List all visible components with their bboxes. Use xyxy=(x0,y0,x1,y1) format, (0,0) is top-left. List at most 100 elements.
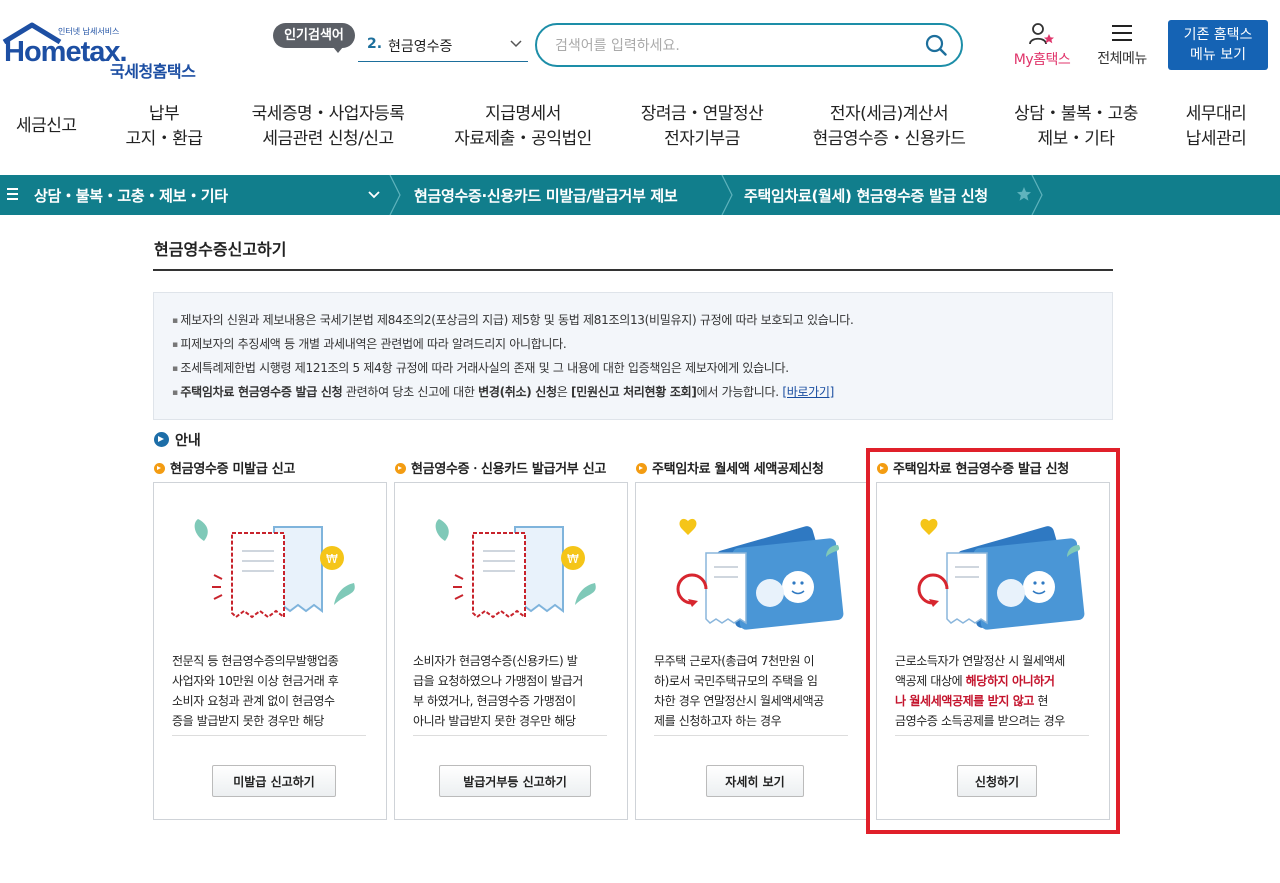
shortcut-link[interactable]: [바로가기] xyxy=(782,385,834,399)
gnb-item-label: 전자(세금)계산서 xyxy=(829,104,949,124)
divider xyxy=(654,735,848,736)
chevron-down-icon[interactable] xyxy=(368,189,380,201)
notice-item: 제보자의 신원과 제보내용은 국세기본법 제84조의2(포상금의 지급) 제5항… xyxy=(172,309,1112,333)
receipt-illustration-icon: ₩ xyxy=(194,519,355,619)
gnb-item-certificate[interactable]: 국세증명・사업자등록 세금관련 신청/신고 xyxy=(248,102,408,152)
notice-item: 피제보자의 추징세액 등 개별 과세내역은 관련법에 따라 알려드리지 아니합니… xyxy=(172,333,1112,357)
desc-line: 차한 경우 연말정산시 월세액세액공 xyxy=(654,694,824,708)
search-box xyxy=(535,23,963,67)
notice-text: 관련하여 당초 신고에 대한 xyxy=(342,385,479,399)
gnb-item-label: 세금관련 신청/신고 xyxy=(262,129,394,149)
arrow-circle-icon xyxy=(154,463,165,474)
all-menu-label: 전체메뉴 xyxy=(1097,51,1147,67)
arrow-circle-icon xyxy=(154,432,169,447)
desc-line: 사업자와 10만원 이상 현금거래 후 xyxy=(172,674,339,688)
card-heading-label: 현금영수증 미발급 신고 xyxy=(170,462,296,477)
gnb-item-consultation[interactable]: 상담・불복・고충 제보・기타 xyxy=(1010,102,1142,152)
popular-search-select[interactable]: 2. 현금영수증 xyxy=(358,28,528,62)
logo-wordmark: Hometax. xyxy=(4,36,128,68)
gnb-item-label: 세금신고 xyxy=(16,116,77,136)
notice-emphasis: [민원신고 처리현황 조회] xyxy=(571,385,697,399)
gnb-item-label: 전자기부금 xyxy=(664,129,740,149)
arrow-circle-icon xyxy=(395,463,406,474)
notice-text: 에서 가능합니다. xyxy=(696,385,783,399)
card-description: 소비자가 현금영수증(신용카드) 발 급을 요청하였으나 가맹점이 발급거 부 … xyxy=(413,651,613,731)
gnb-item-label: 제보・기타 xyxy=(1037,129,1115,149)
notice-box: 제보자의 신원과 제보내용은 국세기본법 제84조의2(포상금의 지급) 제5항… xyxy=(153,292,1113,420)
gnb-item-label: 납부 xyxy=(148,104,180,124)
divider xyxy=(172,735,366,736)
gnb-item-label: 자료제출・공익법인 xyxy=(454,129,592,149)
card-description: 무주택 근로자(총급여 7천만원 이 하)로서 국민주택규모의 주택을 임 차한… xyxy=(654,651,854,731)
refusal-report-button[interactable]: 발급거부등 신고하기 xyxy=(439,765,591,797)
desc-line: 하)로서 국민주택규모의 주택을 임 xyxy=(654,674,818,688)
user-star-icon xyxy=(1029,23,1054,45)
desc-line: 부 하였거나, 현금영수증 가맹점이 xyxy=(413,694,576,708)
card-heading-label: 주택임차료 월세액 세액공제신청 xyxy=(652,462,824,477)
notice-emphasis: 변경(취소) 신청 xyxy=(478,385,557,399)
search-input[interactable] xyxy=(555,34,915,58)
gnb-item-tax-agent[interactable]: 세무대리 납세관리 xyxy=(1180,102,1252,152)
all-menu-button[interactable]: 전체메뉴 xyxy=(1090,22,1154,70)
my-hometax-link[interactable]: My홈택스 xyxy=(1004,22,1080,70)
header: 인터넷 납세서비스 Hometax. 국세청홈택스 인기검색어 2. 현금영수증… xyxy=(0,0,1280,92)
old-menu-line1: 기존 홈택스 xyxy=(1183,27,1253,43)
breadcrumb: 상담・불복・고충・제보・기타 현금영수증·신용카드 미발급/발급거부 제보 주택… xyxy=(0,175,1280,215)
popular-term: 현금영수증 xyxy=(388,39,453,55)
notice-item: 조세특례제한법 시행령 제121조의 5 제4항 규정에 따라 거래사실의 존재… xyxy=(172,357,1112,381)
title-divider xyxy=(153,269,1113,271)
desc-line: 무주택 근로자(총급여 7천만원 이 xyxy=(654,654,815,668)
breadcrumb-level2[interactable]: 현금영수증·신용카드 미발급/발급거부 제보 xyxy=(414,185,678,206)
unissued-report-button[interactable]: 미발급 신고하기 xyxy=(212,765,336,797)
desc-line: 제를 신청하고자 하는 경우 xyxy=(654,714,782,728)
gnb-item-label: 납세관리 xyxy=(1185,129,1247,149)
gnb-item-label: 고지・환급 xyxy=(125,129,203,149)
gnb-item-e-invoice[interactable]: 전자(세금)계산서 현금영수증・신용카드 xyxy=(808,102,970,152)
svg-text:₩: ₩ xyxy=(567,552,579,566)
svg-text:₩: ₩ xyxy=(326,552,338,566)
gnb-item-payment-statement[interactable]: 지급명세서 자료제출・공익법인 xyxy=(450,102,596,152)
search-icon[interactable] xyxy=(925,34,947,56)
main-navigation: 세금신고 납부 고지・환급 국세증명・사업자등록 세금관련 신청/신고 지급명세… xyxy=(0,92,1280,174)
card-unissued-report: ₩ 전문직 등 현금영수증의무발행업종 사업자와 10만원 이상 현금거래 후 … xyxy=(153,482,387,820)
menu-icon[interactable] xyxy=(7,187,21,201)
arrow-circle-icon xyxy=(636,463,647,474)
card-rent-tax-credit: 무주택 근로자(총급여 7천만원 이 하)로서 국민주택규모의 주택을 임 차한… xyxy=(635,482,869,820)
card-heading-label: 현금영수증ㆍ신용카드 발급거부 신고 xyxy=(411,462,607,477)
desc-line: 아니라 발급받지 못한 경우만 해당 xyxy=(413,714,576,728)
notice-text: 은 xyxy=(556,385,572,399)
receipt-illustration-icon: ₩ xyxy=(435,519,596,619)
gnb-item-label: 장려금・연말정산 xyxy=(640,104,764,124)
gnb-item-incentive[interactable]: 장려금・연말정산 전자기부금 xyxy=(636,102,768,152)
gnb-item-tax-return[interactable]: 세금신고 xyxy=(16,114,77,139)
gnb-item-label: 국세증명・사업자등록 xyxy=(251,104,405,124)
page-title: 현금영수증신고하기 xyxy=(154,240,287,259)
old-hometax-menu-button[interactable]: 기존 홈택스 메뉴 보기 xyxy=(1168,20,1268,70)
hometax-logo[interactable]: 인터넷 납세서비스 Hometax. 국세청홈택스 xyxy=(2,20,212,81)
desc-line: 증을 발급받지 못한 경우만 해당 xyxy=(172,714,324,728)
breadcrumb-separator-icon xyxy=(389,175,401,215)
hamburger-icon xyxy=(1112,25,1132,41)
logo-korean: 국세청홈택스 xyxy=(110,62,196,81)
selection-highlight-frame xyxy=(866,448,1120,834)
card-refusal-report: ₩ 소비자가 현금영수증(신용카드) 발 급을 요청하였으나 가맹점이 발급거 … xyxy=(394,482,628,820)
breadcrumb-separator-icon xyxy=(1031,175,1043,215)
gnb-item-payment[interactable]: 납부 고지・환급 xyxy=(124,102,204,152)
gnb-item-label: 세무대리 xyxy=(1185,104,1247,124)
breadcrumb-level1[interactable]: 상담・불복・고충・제보・기타 xyxy=(34,185,228,206)
desc-line: 소비자가 현금영수증(신용카드) 발 xyxy=(413,654,578,668)
guide-heading: 안내 xyxy=(154,430,201,450)
breadcrumb-separator-icon xyxy=(721,175,733,215)
card-description: 전문직 등 현금영수증의무발행업종 사업자와 10만원 이상 현금거래 후 소비… xyxy=(172,651,372,731)
gnb-item-label: 지급명세서 xyxy=(485,104,561,124)
old-menu-line2: 메뉴 보기 xyxy=(1190,47,1246,63)
breadcrumb-level3[interactable]: 주택임차료(월세) 현금영수증 발급 신청 xyxy=(744,185,988,206)
popular-search-badge: 인기검색어 xyxy=(273,23,355,53)
card-heading: 주택임차료 월세액 세액공제신청 xyxy=(636,458,824,477)
gnb-item-label: 상담・불복・고충 xyxy=(1014,104,1138,124)
popular-rank: 2. xyxy=(367,36,383,52)
view-details-button[interactable]: 자세히 보기 xyxy=(706,765,804,797)
chevron-down-icon xyxy=(510,40,522,48)
rent-card-illustration-icon xyxy=(676,518,844,630)
guide-heading-label: 안내 xyxy=(175,433,201,449)
